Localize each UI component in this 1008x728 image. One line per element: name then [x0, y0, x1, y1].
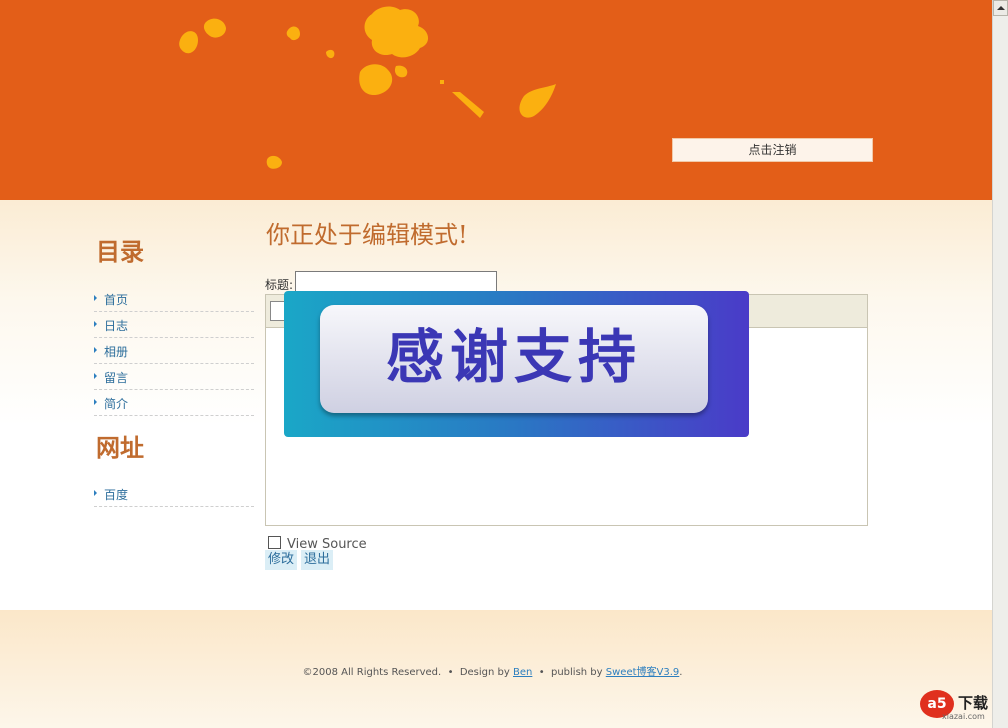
page-title: 你正处于编辑模式!: [266, 221, 468, 249]
nav-link-guestbook[interactable]: 留言: [104, 369, 128, 386]
footer-separator: •: [447, 667, 454, 678]
watermark-url: xiazai.com: [942, 712, 985, 721]
thanks-banner-plate: 感谢支持: [320, 305, 708, 413]
site-watermark: a5 下载 xiazai.com: [920, 690, 1000, 724]
list-item: 相册: [94, 338, 254, 364]
copyright-text: ©2008 All Rights Reserved.: [302, 667, 442, 678]
nav-link-log[interactable]: 日志: [104, 317, 128, 334]
logout-button[interactable]: 点击注销: [672, 138, 873, 162]
modify-button[interactable]: 修改: [265, 550, 298, 570]
thanks-banner: 感谢支持: [284, 291, 749, 437]
publish-link[interactable]: Sweet博客V3.9: [606, 667, 680, 678]
nav-link-home[interactable]: 首页: [104, 291, 128, 308]
scroll-up-arrow[interactable]: [993, 0, 1008, 16]
nav-link-baidu[interactable]: 百度: [104, 486, 128, 503]
bullet-icon: [94, 321, 97, 327]
design-author-link[interactable]: Ben: [513, 667, 532, 678]
bullet-icon: [94, 399, 97, 405]
arrow-up-icon: [997, 6, 1005, 10]
list-item: 日志: [94, 312, 254, 338]
list-item: 留言: [94, 364, 254, 390]
exit-button[interactable]: 退出: [301, 550, 334, 570]
publish-prefix: publish by: [550, 667, 603, 678]
nav-link-album[interactable]: 相册: [104, 343, 128, 360]
catalog-list: 首页 日志 相册 留言 简介: [94, 286, 254, 416]
list-item: 百度: [94, 481, 254, 507]
links-title: 网址: [96, 433, 144, 462]
paint-splash-decoration: [179, 6, 556, 169]
list-item: 简介: [94, 390, 254, 416]
vertical-scrollbar[interactable]: [992, 0, 1008, 728]
bullet-icon: [94, 373, 97, 379]
catalog-title: 目录: [96, 237, 144, 266]
thanks-banner-text: 感谢支持: [385, 323, 642, 391]
bullet-icon: [94, 347, 97, 353]
view-source-checkbox[interactable]: [268, 536, 281, 549]
header-banner: 点击注销: [0, 0, 992, 200]
watermark-text: 下载: [958, 694, 989, 712]
footer-separator: •: [538, 667, 545, 678]
design-prefix: Design by: [459, 667, 510, 678]
list-item: 首页: [94, 286, 254, 312]
bullet-icon: [94, 490, 97, 496]
bullet-icon: [94, 295, 97, 301]
links-list: 百度: [94, 481, 254, 507]
nav-link-intro[interactable]: 简介: [104, 395, 128, 412]
footer-end: .: [679, 667, 683, 678]
footer-credits: ©2008 All Rights Reserved. • Design by B…: [0, 663, 985, 678]
